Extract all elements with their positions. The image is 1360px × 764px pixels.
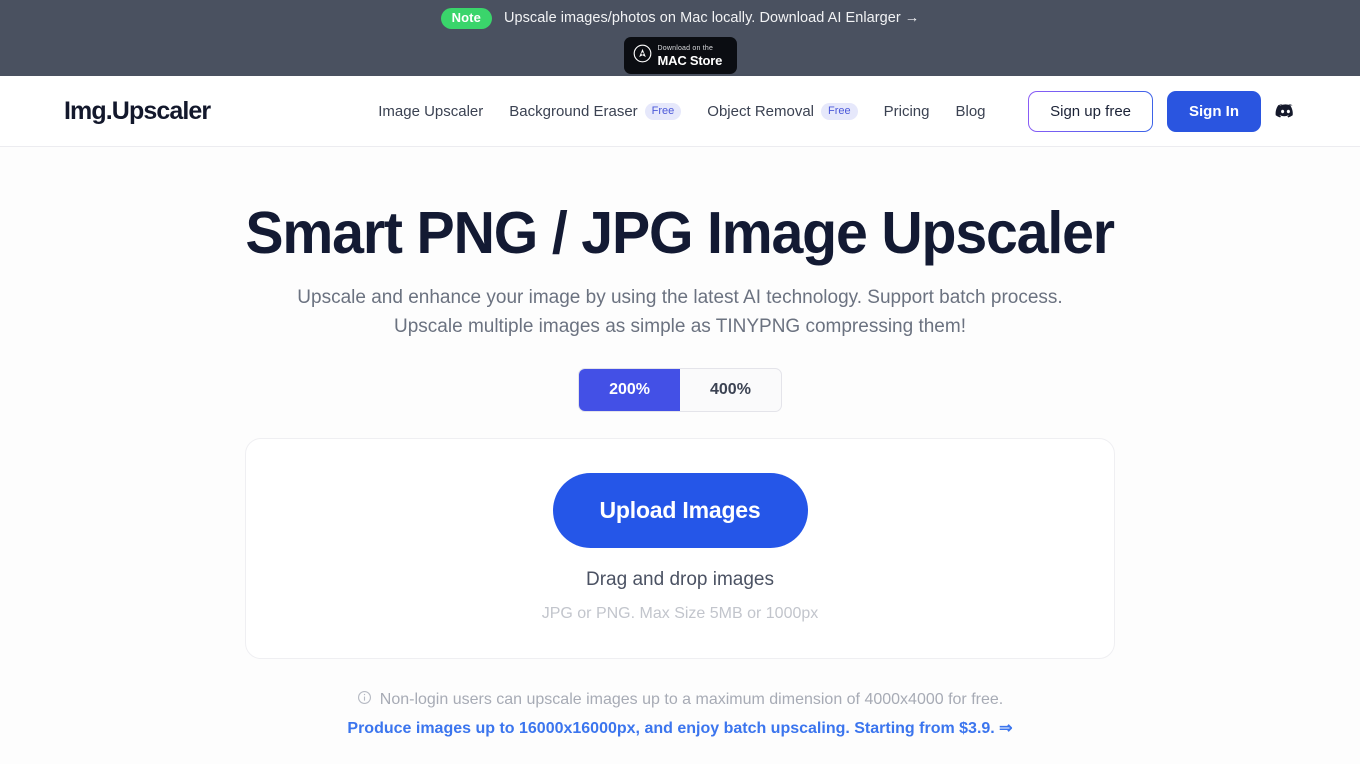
sign-in-button[interactable]: Sign In xyxy=(1167,90,1261,132)
mac-store-small-label: Download on the xyxy=(657,44,714,52)
nav-item-pricing[interactable]: Pricing xyxy=(884,103,930,120)
scale-option-200[interactable]: 200% xyxy=(579,368,680,411)
nav-label: Background Eraser xyxy=(509,102,638,120)
header-actions: Sign up free Sign In xyxy=(1028,90,1296,132)
note-badge: Note xyxy=(440,7,492,29)
scale-toggle-group: 200% 400% xyxy=(578,367,782,412)
nav-label: Image Upscaler xyxy=(378,102,484,120)
nav-label: Pricing xyxy=(883,102,930,120)
nav-label: Blog xyxy=(955,102,986,120)
free-badge: Free xyxy=(821,102,858,120)
page-title: Smart PNG / JPG Image Upscaler xyxy=(245,200,1116,266)
nav-item-object-removal[interactable]: Object Removal Free xyxy=(707,102,858,120)
scale-option-400[interactable]: 400% xyxy=(680,369,781,411)
upload-images-button[interactable]: Upload Images xyxy=(552,473,808,549)
promo-banner: Note Upscale images/photos on Mac locall… xyxy=(0,0,1360,76)
drag-drop-label: Drag and drop images xyxy=(586,569,774,591)
nav-item-background-eraser[interactable]: Background Eraser Free xyxy=(509,102,682,120)
page-subtitle: Upscale and enhance your image by using … xyxy=(297,286,1063,337)
hero-section: Smart PNG / JPG Image Upscaler Upscale a… xyxy=(0,147,1360,738)
mac-store-big-label: MAC Store xyxy=(657,52,723,68)
file-constraints-label: JPG or PNG. Max Size 5MB or 1000px xyxy=(541,605,819,623)
free-badge: Free xyxy=(644,102,682,120)
footnote-row: Non-login users can upscale images up to… xyxy=(357,690,1003,710)
main-navigation: Image Upscaler Background Eraser Free Ob… xyxy=(378,102,986,120)
upload-dropzone[interactable]: Upload Images Drag and drop images JPG o… xyxy=(245,437,1115,659)
promo-banner-text[interactable]: Upscale images/photos on Mac locally. Do… xyxy=(504,10,919,26)
apple-circle-icon xyxy=(633,44,652,68)
info-circle-icon xyxy=(357,690,372,710)
nav-label: Object Removal xyxy=(707,102,815,120)
promo-banner-line: Note Upscale images/photos on Mac locall… xyxy=(440,7,920,29)
mac-store-labels: Download on the MAC Store xyxy=(658,45,723,67)
nav-item-image-upscaler[interactable]: Image Upscaler xyxy=(378,103,483,120)
nav-item-blog[interactable]: Blog xyxy=(956,103,986,120)
site-logo[interactable]: Img.Upscaler xyxy=(64,97,211,126)
upgrade-link[interactable]: Produce images up to 16000x16000px, and … xyxy=(347,718,1012,738)
discord-icon[interactable] xyxy=(1275,101,1296,122)
sign-up-free-button[interactable]: Sign up free xyxy=(1028,91,1153,132)
site-header: Img.Upscaler Image Upscaler Background E… xyxy=(0,76,1360,147)
footnote-text: Non-login users can upscale images up to… xyxy=(379,690,1004,708)
mac-store-download-button[interactable]: Download on the MAC Store xyxy=(623,37,737,74)
